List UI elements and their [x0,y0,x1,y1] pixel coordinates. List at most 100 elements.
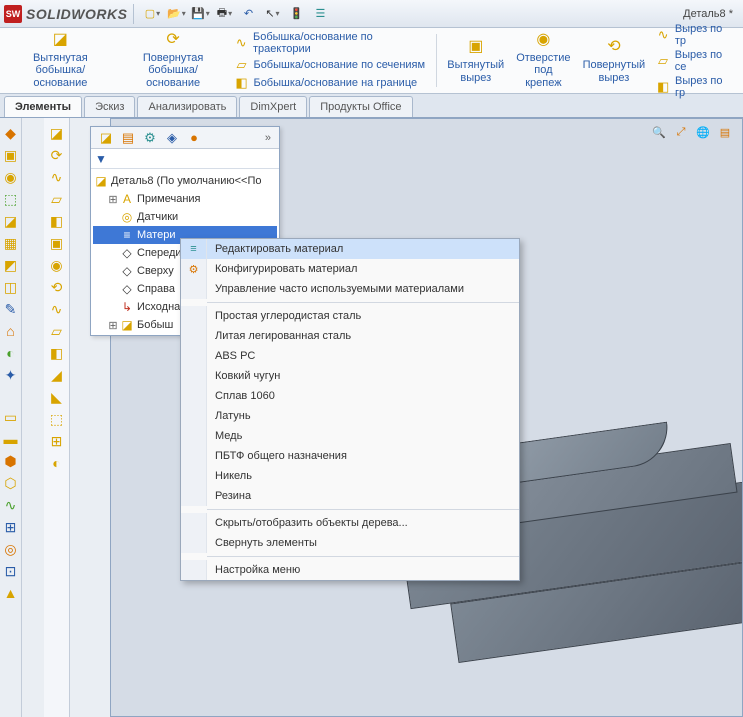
tool-icon[interactable]: ✎ [2,300,20,318]
tool-icon[interactable]: ✦ [2,366,20,384]
menu-configure-material[interactable]: ⚙ Конфигурировать материал [181,259,519,279]
tree-label: Исходная [137,301,186,313]
tool-icon[interactable]: ⊞ [48,432,66,450]
tool-icon[interactable]: ◪ [2,212,20,230]
tool-icon[interactable]: ⬡ [2,474,20,492]
tool-icon[interactable]: ▦ [2,234,20,252]
tool-icon[interactable]: ▭ [2,408,20,426]
tool-icon[interactable]: ▱ [48,322,66,340]
part-icon: ◪ [93,173,109,189]
tool-icon[interactable]: ▲ [2,584,20,602]
menu-hide-show-tree[interactable]: Скрыть/отобразить объекты дерева... [181,513,519,533]
tool-icon[interactable]: ◧ [48,344,66,362]
open-doc-icon[interactable]: 📂▾ [167,5,185,23]
menu-material-item[interactable]: Медь [181,426,519,446]
menu-material-item[interactable]: Резина [181,486,519,506]
options-icon[interactable]: ☰ [311,5,329,23]
revolved-cut-button[interactable]: ⟲ Повернутый вырез [577,30,652,91]
lofted-cut-button[interactable]: ▱Вырез по се [655,48,735,74]
tab-features[interactable]: Элементы [4,96,82,117]
tool-icon[interactable]: ▬ [2,430,20,448]
section-icon[interactable]: ▤ [716,123,734,141]
menu-collapse-items[interactable]: Свернуть элементы [181,533,519,553]
tool-icon[interactable]: ▱ [48,190,66,208]
swept-cut-button[interactable]: ∿Вырез по тр [655,22,735,48]
tool-icon[interactable]: ⟳ [48,146,66,164]
rebuild-icon[interactable]: 🚦 [287,5,305,23]
tool-icon[interactable]: ⊡ [2,562,20,580]
tab-dimxpert[interactable]: DimXpert [239,96,307,117]
tool-icon[interactable]: ⟲ [48,278,66,296]
feature-tree-tab-icon[interactable]: ◪ [97,129,115,147]
tool-icon[interactable]: ⌂ [2,322,20,340]
rotate-icon[interactable]: 🌐 [694,123,712,141]
swept-boss-button[interactable]: ∿Бобышка/основание по траектории [233,30,428,56]
collapse-icon[interactable]: » [261,132,275,144]
save-icon[interactable]: 💾▾ [191,5,209,23]
tool-icon[interactable]: ∿ [48,168,66,186]
menu-material-item[interactable]: Ковкий чугун [181,366,519,386]
zoom-fit-icon[interactable]: 🔍 [650,123,668,141]
select-icon[interactable]: ↖▾ [263,5,281,23]
tool-icon[interactable]: ▣ [2,146,20,164]
tree-item-sensors[interactable]: ◎ Датчики [93,208,277,226]
config-tab-icon[interactable]: ⚙ [141,129,159,147]
extruded-boss-button[interactable]: ◪ Вытянутая бобышка/основание [4,30,117,91]
expand-icon[interactable]: ⊞ [107,319,119,332]
menu-material-item[interactable]: Простая углеродистая сталь [181,306,519,326]
boundary-boss-button[interactable]: ◧Бобышка/основание на границе [233,74,428,92]
menu-material-item[interactable]: Никель [181,466,519,486]
ribbon-label: Бобышка/основание на границе [253,77,417,89]
tool-icon[interactable]: ◪ [48,124,66,142]
tool-icon[interactable]: ⊞ [2,518,20,536]
ribbon-label: Бобышка/основание по траектории [253,31,428,55]
new-doc-icon[interactable]: ▢▾ [143,5,161,23]
expand-icon[interactable]: ⊞ [107,193,119,206]
extruded-cut-button[interactable]: ▣ Вытянутый вырез [441,30,510,91]
menu-material-item[interactable]: Сплав 1060 [181,386,519,406]
menu-material-item[interactable]: Литая легированная сталь [181,326,519,346]
tool-icon[interactable]: ◣ [48,388,66,406]
hole-wizard-button[interactable]: ◉ Отверстие под крепеж [510,30,576,91]
tool-icon[interactable]: ⬢ [2,452,20,470]
separator [436,34,437,87]
property-tab-icon[interactable]: ▤ [119,129,137,147]
appearance-tab-icon[interactable]: ● [185,129,203,147]
tab-office[interactable]: Продукты Office [309,96,412,117]
print-icon[interactable]: 🖶▾ [215,5,233,23]
tool-icon[interactable]: ◧ [48,212,66,230]
menu-edit-material[interactable]: ≡ Редактировать материал [181,239,519,259]
display-tab-icon[interactable]: ◈ [163,129,181,147]
tool-icon[interactable]: ◉ [48,256,66,274]
tool-icon[interactable]: ◐ [48,454,66,472]
tool-icon[interactable]: ◉ [2,168,20,186]
tool-icon[interactable]: ⬚ [48,410,66,428]
ribbon-label: вырез [460,72,491,85]
revolved-boss-button[interactable]: ⟳ Повернутая бобышка/основание [117,30,230,91]
undo-icon[interactable]: ↶ [239,5,257,23]
menu-manage-materials[interactable]: Управление часто используемыми материала… [181,279,519,299]
lofted-boss-icon: ▱ [233,57,249,73]
zoom-area-icon[interactable]: ⤢ [672,123,690,141]
tool-icon[interactable]: ◢ [48,366,66,384]
menu-material-item[interactable]: ABS PC [181,346,519,366]
tool-icon[interactable]: ⬚ [2,190,20,208]
tree-root[interactable]: ◪ Деталь8 (По умолчанию<<По [93,172,277,190]
tool-icon[interactable]: ◎ [2,540,20,558]
menu-material-item[interactable]: Латунь [181,406,519,426]
tool-icon[interactable]: ◫ [2,278,20,296]
tool-icon[interactable]: ▣ [48,234,66,252]
boundary-cut-button[interactable]: ◧Вырез по гр [655,74,735,100]
tool-icon[interactable]: ∿ [48,300,66,318]
tool-icon[interactable]: ∿ [2,496,20,514]
tab-sketch[interactable]: Эскиз [84,96,135,117]
tool-icon[interactable]: ◩ [2,256,20,274]
menu-material-item[interactable]: ПБТФ общего назначения [181,446,519,466]
tree-item-annotations[interactable]: ⊞ A Примечания [93,190,277,208]
tree-filter[interactable]: ▼ [91,149,279,169]
tool-icon[interactable]: ◐ [2,344,20,362]
menu-customize[interactable]: Настройка меню [181,560,519,580]
tool-icon[interactable]: ◆ [2,124,20,142]
tab-evaluate[interactable]: Анализировать [137,96,237,117]
lofted-boss-button[interactable]: ▱Бобышка/основание по сечениям [233,56,428,74]
